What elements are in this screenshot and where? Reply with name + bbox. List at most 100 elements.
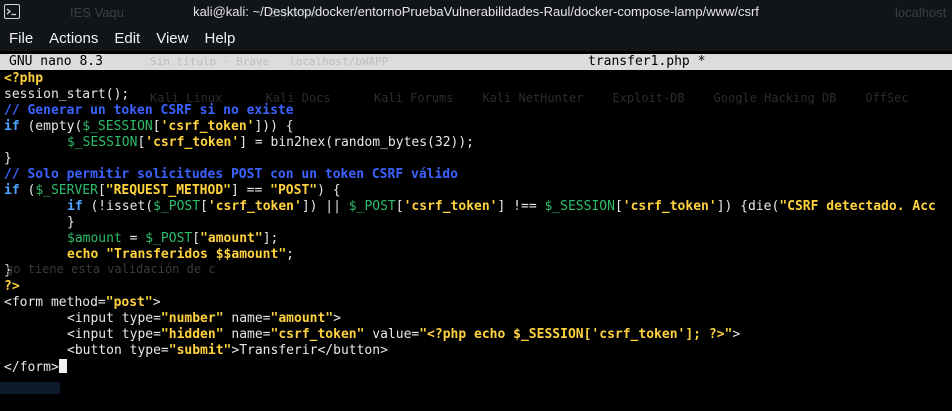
code-variable: $_SESSION	[544, 199, 615, 214]
code-token: name=	[223, 327, 271, 342]
code-keyword: if	[4, 183, 20, 198]
ghost-overlay-text: go tiene esta validación de c	[6, 262, 216, 276]
code-token: ;	[286, 247, 294, 262]
code-line-11: $amount = $_POST["amount"];	[4, 231, 952, 247]
code-keyword: if	[67, 199, 83, 214]
code-line-10: }	[4, 215, 952, 231]
code-token: <input type=	[67, 327, 161, 342]
code-token: >	[732, 327, 741, 342]
code-token: }	[4, 151, 12, 166]
code-line-12: echo "Transferidos $$amount";	[4, 247, 952, 263]
text-cursor	[58, 359, 67, 373]
code-string: 'csrf_token'	[403, 199, 498, 214]
code-variable: $_POST	[153, 199, 201, 214]
code-string: "hidden"	[160, 327, 224, 342]
code-line-4: if (empty($_SESSION['csrf_token'])) {	[4, 119, 952, 135]
code-token: (empty(	[19, 119, 83, 134]
nano-version: GNU nano 8.3	[9, 54, 103, 69]
code-token: ?>	[4, 279, 20, 294]
code-string: "csrf_token"	[270, 327, 365, 342]
code-editor[interactable]: <?php session_start(); // Generar un tok…	[4, 71, 952, 375]
code-keyword: echo	[67, 247, 99, 262]
code-string: "amount"	[270, 311, 334, 326]
code-token: [	[97, 183, 106, 198]
code-line-9: if (!isset($_POST['csrf_token']) || $_PO…	[4, 199, 952, 215]
code-variable: $_POST	[145, 231, 193, 246]
code-string: "post"	[105, 295, 153, 310]
ghost-panel	[0, 382, 60, 394]
code-token: <button type=	[67, 343, 169, 358]
code-variable: $_SERVER	[35, 183, 98, 198]
menu-help[interactable]: Help	[196, 30, 243, 47]
code-token: [	[192, 231, 201, 246]
code-token: [	[614, 199, 623, 214]
code-string: 'csrf_token'	[145, 135, 240, 150]
menu-file[interactable]: File	[0, 30, 41, 47]
code-line-8: if ($_SERVER["REQUEST_METHOD"] == "POST"…	[4, 183, 952, 199]
code-line-14: ?>	[4, 279, 952, 295]
code-token: ];	[262, 231, 279, 246]
code-variable: $_POST	[348, 199, 396, 214]
code-line-6: }	[4, 151, 952, 167]
code-token: >	[333, 311, 341, 326]
code-string: "REQUEST_METHOD"	[105, 183, 231, 198]
nano-title-bar: GNU nano 8.3 Sin título · Brave localhos…	[0, 54, 952, 70]
code-line-17: <input type="hidden" name="csrf_token" v…	[4, 327, 952, 343]
code-string: "POST"	[270, 183, 318, 198]
code-line-15: <form method="post">	[4, 295, 952, 311]
code-variable: $_SESSION	[82, 119, 153, 134]
code-string: 'csrf_token'	[622, 199, 717, 214]
code-token: }	[67, 215, 75, 230]
code-token: <input type=	[67, 311, 161, 326]
code-string: "Transferidos $$amount"	[106, 247, 287, 262]
code-string: 'csrf_token'	[207, 199, 302, 214]
window-titlebar[interactable]: IES Vaqu Exportar localhost kali@kali: ~…	[0, 0, 952, 25]
code-token: ])) {	[254, 119, 294, 134]
code-token: <form method=	[4, 295, 106, 310]
window-title: kali@kali: ~/Desktop/docker/entornoPrueb…	[193, 4, 759, 19]
menu-bar: File Actions Edit View Help	[0, 25, 952, 51]
menu-edit[interactable]: Edit	[106, 30, 148, 47]
code-line-19: </form>	[4, 359, 952, 375]
code-line-5: $_SESSION['csrf_token'] = bin2hex(random…	[4, 135, 952, 151]
code-string: "number"	[160, 311, 224, 326]
code-token: ] ==	[231, 183, 271, 198]
nano-filename: transfer1.php *	[588, 54, 706, 69]
code-line-18: <button type="submit">Transferir</button…	[4, 343, 952, 359]
nano-ghost-text: Sin título · Brave localhost/bWAPP	[150, 55, 389, 68]
code-comment: // Solo permitir solicitudes POST con un…	[4, 167, 458, 182]
code-token: [	[152, 119, 161, 134]
code-token: [	[200, 199, 208, 214]
code-token: [	[395, 199, 404, 214]
code-keyword: if	[4, 119, 20, 134]
code-token: ]) ||	[301, 199, 349, 214]
code-variable: $_SESSION	[67, 135, 138, 150]
code-token: session_start();	[4, 87, 130, 102]
code-line-1: <?php	[4, 71, 952, 87]
code-token: (	[19, 183, 36, 198]
code-token: ] !==	[497, 199, 545, 214]
code-string: "<?php echo $_SESSION['csrf_token']; ?>"	[419, 327, 733, 342]
code-token: value=	[364, 327, 420, 342]
code-token: ) {	[317, 183, 341, 198]
code-variable: $amount	[67, 231, 122, 246]
code-string: 'csrf_token'	[160, 119, 255, 134]
code-token: >Transferir</button>	[231, 343, 388, 358]
menu-actions[interactable]: Actions	[41, 30, 106, 47]
code-string: "amount"	[200, 231, 263, 246]
code-line-7: // Solo permitir solicitudes POST con un…	[4, 167, 952, 183]
code-token: (!isset(	[82, 199, 154, 214]
code-token: ] = bin2hex(random_bytes(32));	[239, 135, 475, 150]
code-token: <?php	[4, 71, 44, 86]
code-token: =	[121, 231, 146, 246]
code-token: name=	[223, 311, 271, 326]
code-token: ]) {die(	[716, 199, 780, 214]
code-comment: // Generar un token CSRF si no existe	[4, 103, 294, 118]
menu-view[interactable]: View	[148, 30, 196, 47]
code-line-2: session_start();	[4, 87, 952, 103]
code-line-3: // Generar un token CSRF si no existe	[4, 103, 952, 119]
code-token: </form>	[4, 360, 59, 375]
code-string: "submit"	[168, 343, 232, 358]
code-line-16: <input type="number" name="amount">	[4, 311, 952, 327]
